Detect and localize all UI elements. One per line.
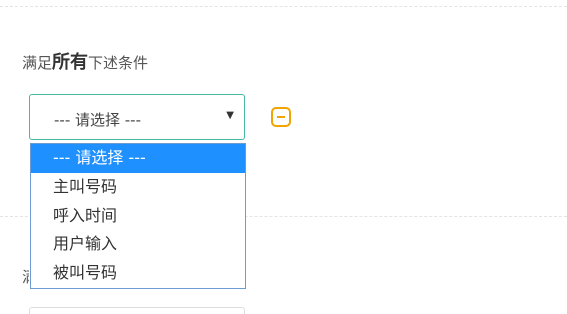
dropdown-option-user-input[interactable]: 用户输入 xyxy=(31,230,245,259)
second-condition-select[interactable] xyxy=(29,307,245,314)
condition-field-select[interactable]: --- 请选择 --- ▼ xyxy=(29,94,245,140)
dropdown-option-placeholder[interactable]: --- 请选择 --- xyxy=(31,144,245,173)
condition-title-suffix: 下述条件 xyxy=(88,54,149,72)
triangle-down-icon: ▼ xyxy=(226,110,234,121)
dropdown-option-caller-number[interactable]: 主叫号码 xyxy=(31,173,245,202)
section-divider-top xyxy=(0,6,567,7)
minus-square-icon xyxy=(277,116,285,118)
condition-title-prefix: 满足 xyxy=(22,54,53,72)
dropdown-option-called-number[interactable]: 被叫号码 xyxy=(31,259,245,288)
remove-condition-button[interactable] xyxy=(271,107,291,127)
dropdown-option-call-time[interactable]: 呼入时间 xyxy=(31,202,245,231)
condition-field-dropdown: --- 请选择 --- 主叫号码 呼入时间 用户输入 被叫号码 xyxy=(30,143,246,289)
rule-editor: 满足所有下述条件 --- 请选择 --- ▼ --- 请选择 --- 主叫号码 … xyxy=(0,0,567,314)
select-current-value: --- 请选择 --- xyxy=(54,111,142,129)
condition-group-title: 满足所有下述条件 xyxy=(22,48,148,74)
second-condition-title: 满 xyxy=(22,266,29,287)
condition-title-emphasis: 所有 xyxy=(52,52,89,73)
